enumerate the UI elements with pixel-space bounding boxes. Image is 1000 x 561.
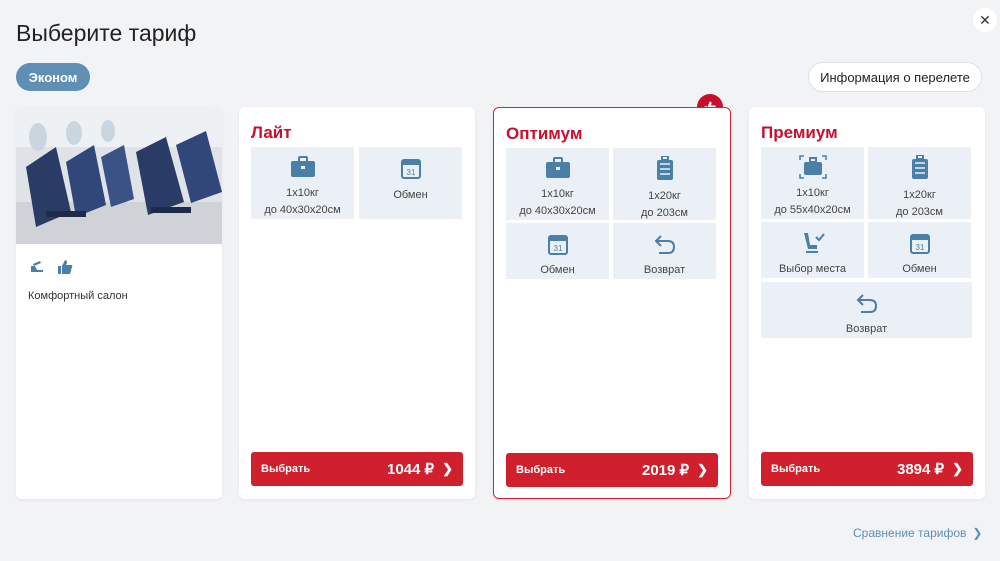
cabin-class-tab[interactable]: Эконом [16, 63, 90, 91]
tariff-card-lite[interactable]: Лайт 1x10кг до 40x30x20см 31 Обмен Выбра… [239, 107, 475, 499]
feature-checked-baggage: 1x20кг до 203см [868, 147, 971, 219]
suitcase-icon [651, 156, 679, 182]
feature-hand-luggage: 1x10кг до 40x30x20см [506, 148, 609, 220]
suitcase-icon [906, 155, 934, 181]
close-button[interactable]: ✕ [973, 8, 997, 32]
chevron-right-icon: ❯ [442, 461, 453, 476]
compare-tariffs-link[interactable]: Сравнение тарифов ❯ [853, 526, 982, 540]
feature-hand-luggage: 1x10кг до 40x30x20см [251, 147, 354, 219]
calendar-icon: 31 [397, 155, 425, 181]
feature-exchange: 31 Обмен [868, 222, 971, 278]
seat-select-icon [799, 230, 827, 255]
calendar-icon: 31 [906, 230, 934, 255]
feature-hand-luggage: 1x10кг до 55x40x20см [761, 147, 864, 219]
briefcase-icon [798, 155, 827, 179]
briefcase-icon [289, 155, 317, 179]
chevron-right-icon: ❯ [972, 526, 983, 540]
svg-text:31: 31 [915, 243, 924, 252]
cabin-card: Комфортный салон [16, 107, 222, 499]
cabin-description: Комфортный салон [28, 290, 128, 302]
tariff-card-premium[interactable]: Премиум 1x10кг до 55x40x20см 1x20кг до 2… [749, 107, 985, 499]
tariff-card-optimum[interactable]: Оптимум 1x10кг до 40x30x20см 1x20кг до 2… [493, 107, 731, 499]
price: 1044 ₽ [387, 461, 435, 478]
price: 3894 ₽ [897, 461, 945, 478]
page-title: Выберите тариф [16, 20, 197, 46]
recline-seat-icon [28, 258, 46, 276]
tariff-name: Лайт [251, 123, 292, 142]
feature-refund: Возврат [761, 282, 972, 338]
tariff-name: Премиум [761, 123, 838, 142]
svg-text:31: 31 [553, 244, 562, 253]
feature-exchange: 31 Обмен [506, 223, 609, 279]
feature-exchange: 31 Обмен [359, 147, 462, 219]
chevron-right-icon: ❯ [952, 461, 963, 476]
return-icon [651, 231, 679, 256]
flight-info-button[interactable]: Информация о перелете [808, 62, 982, 92]
select-tariff-button[interactable]: Выбрать 2019 ₽ ❯ [506, 453, 718, 487]
tariff-name: Оптимум [506, 124, 583, 143]
close-icon: ✕ [979, 11, 991, 28]
select-tariff-button[interactable]: Выбрать 1044 ₽ ❯ [251, 452, 463, 486]
cabin-photo [16, 107, 222, 244]
feature-refund: Возврат [613, 223, 716, 279]
svg-text:31: 31 [406, 168, 415, 177]
price: 2019 ₽ [642, 462, 690, 479]
select-tariff-button[interactable]: Выбрать 3894 ₽ ❯ [761, 452, 973, 486]
chevron-right-icon: ❯ [697, 462, 708, 477]
thumbs-up-icon [56, 258, 74, 276]
briefcase-icon [544, 156, 572, 180]
calendar-icon: 31 [544, 231, 572, 256]
feature-seat-selection: Выбор места [761, 222, 864, 278]
return-icon [853, 290, 881, 315]
feature-checked-baggage: 1x20кг до 203см [613, 148, 716, 220]
